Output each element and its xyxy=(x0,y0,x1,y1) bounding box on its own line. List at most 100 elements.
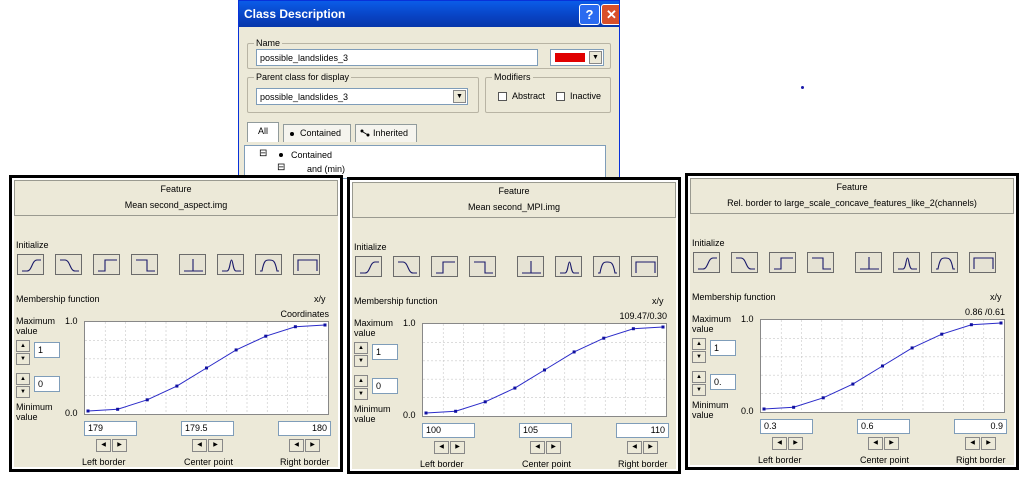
center-point-field[interactable]: 105 xyxy=(519,423,572,438)
curve-point[interactable] xyxy=(572,350,576,354)
max-up-button[interactable]: ▲ xyxy=(16,340,30,352)
shape-button-1[interactable] xyxy=(17,254,44,275)
shape-button-3[interactable] xyxy=(431,256,458,277)
right-border-field[interactable]: 180 xyxy=(278,421,331,436)
left-border-field[interactable]: 179 xyxy=(84,421,137,436)
shape-button-8[interactable] xyxy=(631,256,658,277)
left-border-increase[interactable]: ▶ xyxy=(450,441,465,454)
curve-point[interactable] xyxy=(999,321,1003,325)
tab-inherited[interactable]: Inherited xyxy=(355,124,417,142)
left-border-field[interactable]: 100 xyxy=(422,423,475,438)
right-border-increase[interactable]: ▶ xyxy=(305,439,320,452)
left-border-decrease[interactable]: ◀ xyxy=(434,441,449,454)
left-border-field[interactable]: 0.3 xyxy=(760,419,813,434)
close-button[interactable]: ✕ xyxy=(601,4,619,25)
curve-point[interactable] xyxy=(234,348,238,352)
curve-point[interactable] xyxy=(424,411,428,415)
center-point-increase[interactable]: ▶ xyxy=(208,439,223,452)
min-up-button[interactable]: ▲ xyxy=(692,371,706,383)
shape-button-2[interactable] xyxy=(731,252,758,273)
max-down-button[interactable]: ▼ xyxy=(16,353,30,365)
left-border-increase[interactable]: ▶ xyxy=(112,439,127,452)
max-down-button[interactable]: ▼ xyxy=(692,351,706,363)
curve-point[interactable] xyxy=(264,334,268,338)
right-border-decrease[interactable]: ◀ xyxy=(965,437,980,450)
curve-point[interactable] xyxy=(454,409,458,413)
membership-plot[interactable] xyxy=(422,323,667,417)
max-up-button[interactable]: ▲ xyxy=(692,338,706,350)
curve-point[interactable] xyxy=(86,409,90,413)
shape-button-4[interactable] xyxy=(469,256,496,277)
membership-plot[interactable] xyxy=(84,321,329,415)
curve-point[interactable] xyxy=(145,398,149,402)
shape-button-5[interactable] xyxy=(517,256,544,277)
curve-point[interactable] xyxy=(851,382,855,386)
tab-all[interactable]: All xyxy=(247,122,279,142)
center-point-decrease[interactable]: ◀ xyxy=(868,437,883,450)
curve-point[interactable] xyxy=(762,407,766,411)
center-point-increase[interactable]: ▶ xyxy=(546,441,561,454)
curve-point[interactable] xyxy=(821,396,825,400)
right-border-field[interactable]: 0.9 xyxy=(954,419,1007,434)
left-border-decrease[interactable]: ◀ xyxy=(96,439,111,452)
inactive-checkbox[interactable] xyxy=(556,92,565,101)
shape-button-6[interactable] xyxy=(893,252,920,273)
curve-point[interactable] xyxy=(969,323,973,327)
min-value-field[interactable]: 0 xyxy=(372,378,398,394)
min-down-button[interactable]: ▼ xyxy=(354,388,368,400)
tab-contained[interactable]: Contained xyxy=(283,124,351,142)
right-border-increase[interactable]: ▶ xyxy=(981,437,996,450)
curve-point[interactable] xyxy=(543,368,546,372)
right-border-decrease[interactable]: ◀ xyxy=(627,441,642,454)
shape-button-2[interactable] xyxy=(55,254,82,275)
shape-button-4[interactable] xyxy=(131,254,158,275)
curve-point[interactable] xyxy=(175,384,179,388)
tree-item-contained[interactable]: Contained xyxy=(291,150,332,160)
shape-button-7[interactable] xyxy=(255,254,282,275)
curve-point[interactable] xyxy=(631,327,635,331)
class-tree[interactable]: ⊟ Contained ⊟ and (min) xyxy=(244,145,606,179)
center-point-decrease[interactable]: ◀ xyxy=(192,439,207,452)
min-value-field[interactable]: 0 xyxy=(34,376,60,392)
parent-class-select[interactable]: possible_landslides_3 ▼ xyxy=(256,88,468,105)
min-up-button[interactable]: ▲ xyxy=(354,375,368,387)
shape-button-8[interactable] xyxy=(969,252,996,273)
curve-point[interactable] xyxy=(792,405,796,409)
right-border-decrease[interactable]: ◀ xyxy=(289,439,304,452)
feature-box[interactable]: Feature Mean second_MPI.img xyxy=(352,182,676,218)
curve-point[interactable] xyxy=(602,336,606,340)
center-point-decrease[interactable]: ◀ xyxy=(530,441,545,454)
curve-point[interactable] xyxy=(483,400,487,404)
tree-toggle-root[interactable]: ⊟ xyxy=(259,148,267,159)
tree-item-and-min[interactable]: and (min) xyxy=(307,164,345,174)
shape-button-2[interactable] xyxy=(393,256,420,277)
shape-button-1[interactable] xyxy=(355,256,382,277)
center-point-field[interactable]: 0.6 xyxy=(857,419,910,434)
max-value-field[interactable]: 1 xyxy=(34,342,60,358)
min-up-button[interactable]: ▲ xyxy=(16,373,30,385)
class-color-picker[interactable]: ▼ xyxy=(550,49,604,66)
max-up-button[interactable]: ▲ xyxy=(354,342,368,354)
help-button[interactable]: ? xyxy=(579,4,600,25)
curve-point[interactable] xyxy=(205,366,208,370)
curve-point[interactable] xyxy=(910,346,914,350)
shape-button-8[interactable] xyxy=(293,254,320,275)
shape-button-7[interactable] xyxy=(931,252,958,273)
title-bar[interactable]: Class Description ? ✕ xyxy=(239,1,619,27)
curve-point[interactable] xyxy=(116,407,120,411)
class-name-field[interactable]: possible_landslides_3 xyxy=(256,49,538,66)
min-value-field[interactable]: 0. xyxy=(710,374,736,390)
feature-box[interactable]: Feature Rel. border to large_scale_conca… xyxy=(690,178,1014,214)
max-value-field[interactable]: 1 xyxy=(372,344,398,360)
shape-button-5[interactable] xyxy=(179,254,206,275)
right-border-field[interactable]: 110 xyxy=(616,423,669,438)
max-value-field[interactable]: 1 xyxy=(710,340,736,356)
shape-button-5[interactable] xyxy=(855,252,882,273)
curve-point[interactable] xyxy=(513,386,517,390)
membership-plot[interactable] xyxy=(760,319,1005,413)
min-down-button[interactable]: ▼ xyxy=(692,384,706,396)
tree-toggle-child[interactable]: ⊟ xyxy=(277,162,285,173)
shape-button-3[interactable] xyxy=(769,252,796,273)
curve-point[interactable] xyxy=(940,332,944,336)
curve-point[interactable] xyxy=(293,325,297,329)
